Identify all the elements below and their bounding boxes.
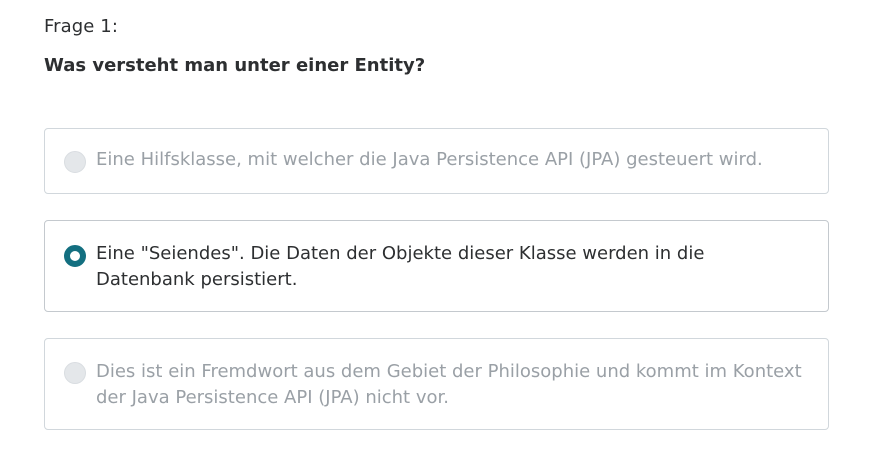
quiz-page: Frage 1: Was versteht man unter einer En… — [0, 0, 893, 468]
answer-label: Eine Hilfsklasse, mit welcher die Java P… — [96, 149, 763, 170]
radio-unchecked-icon[interactable] — [64, 362, 86, 384]
answer-option-2[interactable]: Eine "Seiendes". Die Daten der Objekte d… — [44, 220, 829, 312]
radio-unchecked-icon[interactable] — [64, 151, 86, 173]
answer-option-3[interactable]: Dies ist ein Fremdwort aus dem Gebiet de… — [44, 338, 829, 430]
radio-checked-icon[interactable] — [64, 245, 86, 267]
answer-label: Dies ist ein Fremdwort aus dem Gebiet de… — [96, 361, 802, 408]
answer-option-1[interactable]: Eine Hilfsklasse, mit welcher die Java P… — [44, 128, 829, 194]
answer-label: Eine "Seiendes". Die Daten der Objekte d… — [96, 243, 705, 290]
question-number: Frage 1: — [44, 16, 119, 37]
question-text: Was versteht man unter einer Entity? — [44, 55, 426, 76]
